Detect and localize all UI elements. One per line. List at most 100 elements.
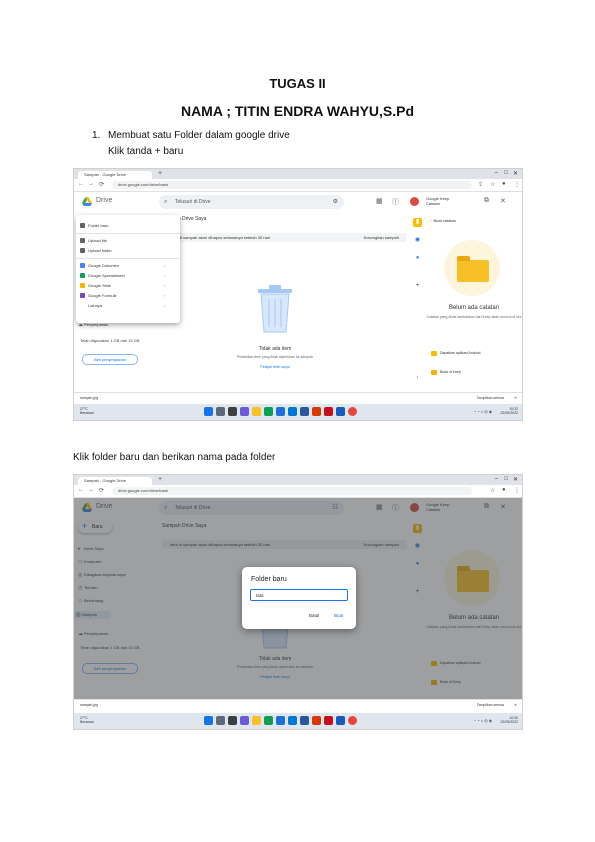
empty-trash-link[interactable]: Kosongkan sampah [364,233,399,242]
antivirus-icon[interactable] [324,716,333,725]
close-window-icon[interactable]: ✕ [513,476,518,483]
mail-icon[interactable] [288,716,297,725]
close-panel-icon[interactable]: ✕ [500,197,506,205]
reload-icon[interactable]: ⟳ [99,487,104,494]
star-icon[interactable]: ☆ [490,181,495,188]
contacts-icon[interactable]: ● [413,254,422,263]
arrow-left-icon[interactable]: ← [78,181,84,187]
expand-icon[interactable]: › [413,374,422,383]
show-all-downloads[interactable]: Tampilkan semua [477,393,504,403]
system-tray[interactable]: ^ ◔ ⌂ ◎ ◈ [474,718,492,723]
keep-icon[interactable]: ▮ [413,218,422,227]
chrome-icon[interactable] [348,407,357,416]
word-icon[interactable] [300,407,309,416]
new-folder-dialog: Folder baru tata Batal Buat [242,567,356,629]
edge-icon[interactable] [264,407,273,416]
tasks-icon[interactable]: ◉ [413,236,422,245]
task-view-icon[interactable] [228,716,237,725]
chrome-icon[interactable] [348,716,357,725]
close-window-icon[interactable]: ✕ [513,170,518,177]
mail-icon[interactable] [288,407,297,416]
learn-more-link[interactable]: Pelajari lebih lanjut [190,365,360,369]
avatar[interactable] [410,197,419,206]
weather-widget[interactable]: 27°C Berawan [80,716,94,724]
url-field[interactable]: drive.google.com/drive/trash [112,181,472,189]
file-explorer-icon[interactable] [252,407,261,416]
keep-item-open[interactable]: Buka di Keep [440,370,461,374]
app-icon[interactable] [312,407,321,416]
close-icon[interactable]: ✕ [514,393,517,403]
chat-icon[interactable] [240,407,249,416]
more-icon[interactable]: ⋮ [514,487,520,494]
profile-icon[interactable]: ● [502,487,506,493]
app-icon[interactable] [312,716,321,725]
folder-name-input[interactable]: tata [250,589,348,601]
docs-taskbar-icon[interactable] [336,716,345,725]
menu-item-sheets[interactable]: Google Spreadsheet [80,273,125,278]
share-icon[interactable]: ⇪ [478,181,483,188]
profile-icon[interactable]: ● [502,181,506,187]
menu-item-upload-file[interactable]: Upload file [80,238,107,243]
add-note-button[interactable]: + Buat catatan [430,218,456,223]
show-all-downloads[interactable]: Tampilkan semua [477,700,504,710]
url-field[interactable]: drive.google.com/drive/trash [112,487,472,495]
word-icon[interactable] [300,716,309,725]
download-file[interactable]: sampah.jpg [80,393,98,403]
search-input[interactable]: ⌕ Telusuri di Drive ⚙ [159,195,344,209]
more-icon[interactable]: ⋮ [514,181,520,188]
cancel-button[interactable]: Batal [309,613,319,618]
maximize-icon[interactable]: □ [504,170,508,176]
search-taskbar-icon[interactable] [216,407,225,416]
new-tab-icon[interactable]: + [158,170,162,177]
minimize-icon[interactable]: – [495,476,498,482]
weather-widget[interactable]: 27°C Berawan [80,407,94,415]
create-button[interactable]: Buat [334,613,343,618]
buy-storage-button[interactable]: Beli penyimpanan [82,354,138,365]
info-icon[interactable]: ⓘ [392,197,399,207]
star-icon[interactable]: ☆ [490,487,495,494]
system-tray[interactable]: ^ ◔ ⌂ ◎ ◈ [474,409,492,414]
clock[interactable]: 10:32 22/09/2022 [500,716,518,724]
menu-item-forms[interactable]: Google Formulir [80,293,117,298]
search-taskbar-icon[interactable] [216,716,225,725]
close-icon[interactable]: ✕ [514,700,517,710]
new-tab-icon[interactable]: + [158,476,162,483]
menu-item-more[interactable]: Lainnya [88,303,102,308]
menu-divider [76,233,180,234]
reload-icon[interactable]: ⟳ [99,181,104,188]
maximize-icon[interactable]: □ [504,476,508,482]
task-view-icon[interactable] [228,407,237,416]
antivirus-icon[interactable] [324,407,333,416]
arrow-left-icon[interactable]: ← [78,487,84,493]
chevron-right-icon: › [164,273,166,278]
clock[interactable]: 10:32 22/09/2022 [500,407,518,415]
windows-taskbar: 27°C Berawan ^ ◔ ⌂ ◎ ◈ 10:32 22/09/2022 [74,713,522,729]
arrow-right-icon[interactable]: → [88,181,94,187]
add-addon-icon[interactable]: + [413,282,422,291]
menu-item-docs[interactable]: Google Dokumen [80,263,119,268]
edge-icon[interactable] [264,716,273,725]
trash-illustration-icon [258,285,292,333]
arrow-right-icon[interactable]: → [88,487,94,493]
windows-start-icon[interactable] [204,407,213,416]
menu-item-new-folder[interactable]: Folder baru [80,223,108,228]
browser-tab[interactable]: Sampah - Google Drive [78,171,152,179]
menu-item-slides[interactable]: Google Slide [80,283,111,288]
menu-item-upload-folder[interactable]: Upload folder [80,248,112,253]
keep-small-icon [431,370,437,375]
store-icon[interactable] [276,407,285,416]
browser-tab[interactable]: Sampah - Google Drive [78,477,152,485]
download-bar: sampah.jpg Tampilkan semua ✕ [74,699,522,710]
chat-icon[interactable] [240,716,249,725]
list-view-icon[interactable]: ▦ [376,197,383,205]
download-file[interactable]: sampah.jpg [80,700,98,710]
docs-taskbar-icon[interactable] [336,407,345,416]
windows-start-icon[interactable] [204,716,213,725]
file-explorer-icon[interactable] [252,716,261,725]
store-icon[interactable] [276,716,285,725]
keep-item-android[interactable]: Dapatkan aplikasi Android [440,351,480,355]
filter-icon[interactable]: ⚙ [333,195,338,209]
minimize-icon[interactable]: – [495,170,498,176]
no-notes-subtitle: Catatan yang Anda tambahkan dari Keep ak… [426,315,522,319]
open-new-window-icon[interactable]: ⧉ [484,197,489,205]
